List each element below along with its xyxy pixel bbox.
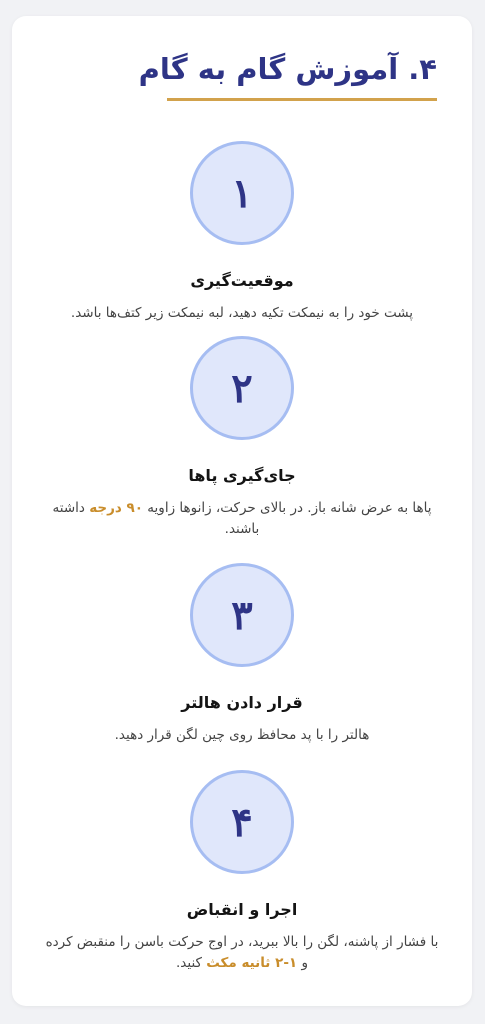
step-3: ۳ قرار دادن هالتر هالتر را با پد محافظ ر…	[12, 563, 472, 746]
step-4: ۴ اجرا و انقباض با فشار از پاشنه، لگن را…	[12, 770, 472, 974]
step-number-badge: ۳	[190, 563, 294, 667]
step-description: پشت خود را به نیمکت تکیه دهید، لبه نیمکت…	[42, 303, 442, 324]
section-title: ۴. آموزش گام به گام	[138, 52, 437, 86]
step-description-text-end: کنید.	[176, 955, 207, 971]
step-number-badge: ۴	[190, 770, 294, 874]
title-underline	[167, 98, 437, 101]
step-description: هالتر را با پد محافظ روی چین لگن قرار ده…	[42, 725, 442, 746]
step-1: ۱ موقعیت‌گیری پشت خود را به نیمکت تکیه د…	[12, 141, 472, 324]
step-number-badge: ۱	[190, 141, 294, 245]
step-2: ۲ جای‌گیری پاها پاها به عرض شانه باز. در…	[12, 336, 472, 540]
step-title: قرار دادن هالتر	[181, 693, 303, 712]
step-description-highlight: ۱-۲ ثانیه مکث	[206, 955, 298, 971]
step-description-highlight: ۹۰ درجه	[89, 500, 144, 516]
step-title: موقعیت‌گیری	[190, 271, 294, 290]
instructions-card: ۴. آموزش گام به گام ۱ موقعیت‌گیری پشت خو…	[12, 16, 472, 1006]
step-number-badge: ۲	[190, 336, 294, 440]
step-description-text: هالتر را با پد محافظ روی چین لگن قرار ده…	[114, 727, 370, 743]
step-title: اجرا و انقباض	[186, 900, 298, 919]
step-title: جای‌گیری پاها	[188, 466, 296, 485]
step-description: پاها به عرض شانه باز. در بالای حرکت، زان…	[42, 498, 442, 540]
step-description-text: پاها به عرض شانه باز. در بالای حرکت، زان…	[143, 500, 432, 516]
step-description-text: پشت خود را به نیمکت تکیه دهید، لبه نیمکت…	[70, 305, 414, 321]
step-description: با فشار از پاشنه، لگن را بالا ببرید، در …	[42, 932, 442, 974]
